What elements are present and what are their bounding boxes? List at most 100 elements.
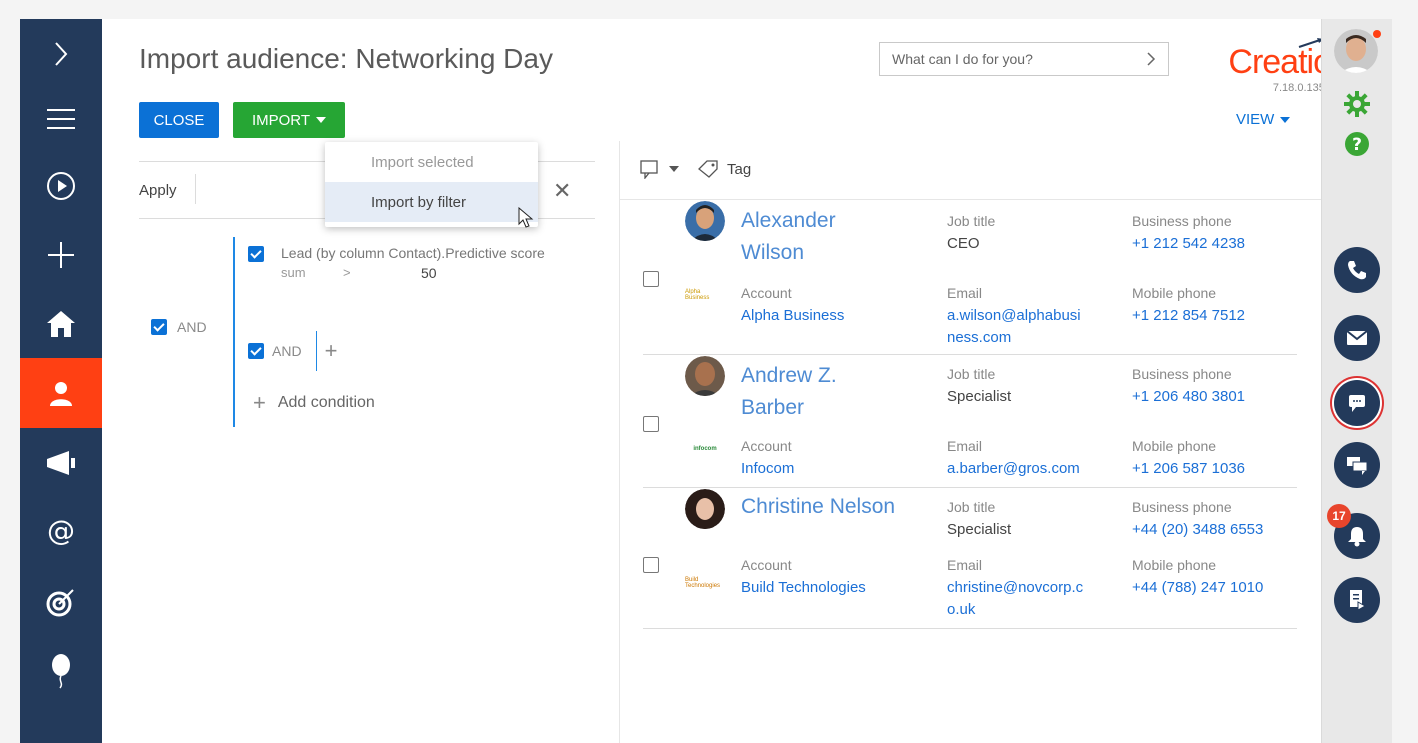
business-phone-link[interactable]: +1 206 480 3801	[1132, 386, 1245, 408]
view-label: VIEW	[1236, 111, 1275, 128]
plus-icon: +	[253, 390, 266, 415]
avatar	[685, 489, 725, 529]
business-phone-link[interactable]: +44 (20) 3488 6553	[1132, 519, 1263, 541]
contact-name-line2: Barber	[741, 396, 805, 419]
hamburger-icon	[47, 109, 75, 129]
process-panel-button[interactable]	[1334, 577, 1380, 623]
mouse-pointer-icon	[518, 207, 534, 228]
tag-icon[interactable]	[697, 159, 719, 179]
tag-label[interactable]: Tag	[727, 161, 751, 178]
add-condition-button[interactable]: + Add condition	[253, 390, 375, 416]
list-item[interactable]: Alpha Business Alexander Wilson Job titl…	[643, 201, 1297, 355]
import-button[interactable]: IMPORT	[233, 102, 345, 138]
job-title-label: Job title	[947, 499, 996, 515]
help-icon[interactable]: ?	[1344, 131, 1370, 157]
contact-name[interactable]: Christine Nelson	[741, 491, 941, 523]
account-label: Account	[741, 285, 792, 301]
nested-group-bar	[315, 331, 317, 371]
envelope-icon	[1346, 330, 1368, 345]
chevron-right-icon	[1147, 52, 1156, 66]
campaigns-button[interactable]	[20, 567, 102, 637]
email-line2: ness.com	[947, 329, 1012, 346]
account-link[interactable]: Build Technologies	[741, 577, 866, 599]
svg-text:?: ?	[1352, 135, 1362, 155]
email-link[interactable]: a.barber@gros.com	[947, 458, 1080, 480]
feed-icon[interactable]	[639, 159, 661, 179]
contacts-button[interactable]	[20, 358, 102, 428]
gear-icon[interactable]	[1344, 91, 1370, 117]
account-link[interactable]: Infocom	[741, 458, 794, 480]
root-group-checkbox[interactable]	[151, 319, 167, 335]
call-button[interactable]	[1334, 247, 1380, 293]
row-checkbox[interactable]	[643, 271, 659, 287]
messages-icon	[1347, 457, 1368, 475]
condition-operator: >	[343, 265, 351, 280]
nested-operator[interactable]: AND	[272, 343, 302, 359]
caret-down-icon	[1280, 116, 1291, 123]
job-title-label: Job title	[947, 366, 996, 382]
close-button[interactable]: CLOSE	[139, 102, 219, 138]
business-phone-link[interactable]: +1 212 542 4238	[1132, 233, 1245, 255]
panel-divider	[619, 141, 620, 743]
contact-name[interactable]: Alexander Wilson	[741, 205, 926, 269]
root-operator[interactable]: AND	[177, 319, 207, 335]
account-logo: Build Technologies	[685, 577, 721, 589]
bell-icon	[1348, 527, 1366, 547]
condition-checkbox-wrap	[248, 245, 264, 263]
process-button[interactable]	[20, 151, 102, 221]
mobile-phone-link[interactable]: +1 206 587 1036	[1132, 458, 1245, 480]
marketing-button[interactable]	[20, 428, 102, 498]
email-button[interactable]: @	[20, 497, 102, 567]
mobile-phone-link[interactable]: +1 212 854 7512	[1132, 305, 1245, 327]
filter-condition[interactable]: Lead (by column Contact).Predictive scor…	[281, 244, 551, 282]
list-item[interactable]: infocom Andrew Z. Barber Job title Speci…	[643, 356, 1297, 488]
play-circle-icon	[47, 172, 75, 200]
mobile-phone-link[interactable]: +44 (788) 247 1010	[1132, 577, 1263, 599]
condition-checkbox[interactable]	[248, 245, 264, 262]
chat-button[interactable]	[1334, 380, 1380, 426]
menu-item-import-by-filter[interactable]: Import by filter	[325, 182, 538, 222]
row-checkbox[interactable]	[643, 557, 659, 573]
mobile-phone-label: Mobile phone	[1132, 285, 1217, 301]
add-button[interactable]	[20, 220, 102, 290]
nested-group: AND +	[248, 331, 337, 371]
email-panel-button[interactable]	[1334, 315, 1380, 361]
business-phone-label: Business phone	[1132, 213, 1232, 229]
account-link[interactable]: Alpha Business	[741, 305, 844, 327]
page-title: Import audience: Networking Day	[139, 43, 553, 74]
email-link[interactable]: christine@novcorp.c o.uk	[947, 577, 1083, 621]
close-filter-icon[interactable]: ✕	[553, 178, 571, 204]
menu-item-import-selected[interactable]: Import selected	[325, 142, 538, 182]
events-button[interactable]	[20, 636, 102, 706]
notification-count-badge: 17	[1327, 504, 1351, 528]
list-top-divider	[619, 199, 1321, 200]
list-item[interactable]: Build Technologies Christine Nelson Job …	[643, 489, 1297, 629]
view-button[interactable]: VIEW	[1236, 111, 1291, 128]
caret-down-icon	[316, 117, 327, 123]
condition-value: 50	[421, 265, 437, 281]
apply-filter-button[interactable]: Apply	[139, 182, 177, 199]
caret-down-icon[interactable]	[669, 166, 679, 172]
balloon-icon	[52, 654, 70, 689]
menu-button[interactable]	[20, 84, 102, 154]
mobile-phone-label: Mobile phone	[1132, 438, 1217, 454]
svg-text:@: @	[47, 516, 75, 547]
email-link[interactable]: a.wilson@alphabusi ness.com	[947, 305, 1081, 349]
email-label: Email	[947, 438, 983, 454]
add-nested-condition-icon[interactable]: +	[325, 338, 338, 364]
email-line1: christine@novcorp.c	[947, 579, 1084, 596]
expand-nav-button[interactable]	[20, 19, 102, 89]
home-button[interactable]	[20, 289, 102, 359]
contact-name-line1: Alexander	[741, 209, 836, 232]
contact-name[interactable]: Andrew Z. Barber	[741, 360, 926, 424]
command-search-input[interactable]: What can I do for you?	[879, 42, 1169, 76]
row-checkbox[interactable]	[643, 416, 659, 432]
account-label: Account	[741, 557, 792, 573]
feed-button[interactable]	[1334, 442, 1380, 488]
user-avatar[interactable]	[1334, 29, 1378, 73]
nested-group-checkbox[interactable]	[248, 343, 264, 359]
main-area: Import audience: Networking Day CLOSE IM…	[113, 19, 1332, 743]
email-label: Email	[947, 285, 983, 301]
import-menu: Import selected Import by filter	[325, 142, 538, 227]
job-title-value: CEO	[947, 235, 980, 252]
